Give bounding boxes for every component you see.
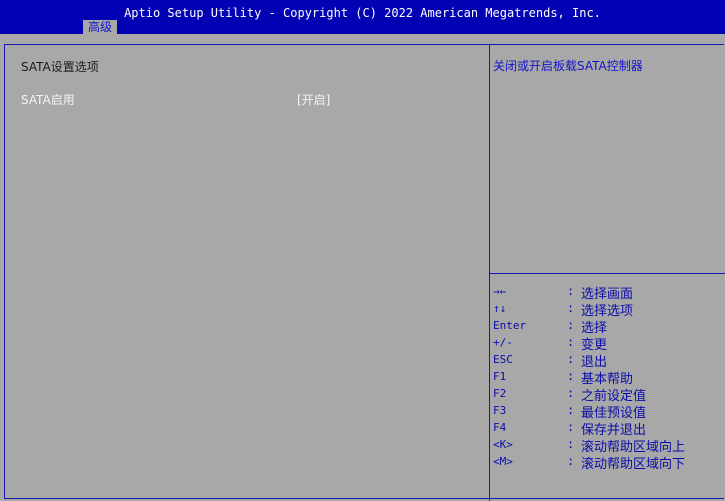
key-f4: F4 bbox=[493, 421, 507, 434]
key-esc: ESC bbox=[493, 353, 513, 366]
sata-enable-value[interactable]: [开启] bbox=[297, 91, 330, 108]
key-help-row: →← : 选择画面 bbox=[493, 284, 723, 302]
sata-enable-option[interactable]: SATA启用 bbox=[21, 91, 75, 108]
key-plus-minus: +/- bbox=[493, 336, 513, 349]
key-m: <M> bbox=[493, 455, 513, 468]
app-title: Aptio Setup Utility - Copyright (C) 2022… bbox=[124, 6, 601, 20]
key-left-right: →← bbox=[493, 285, 507, 298]
key-separator: : bbox=[567, 420, 575, 434]
key-help-row: <M> : 滚动帮助区域向下 bbox=[493, 454, 723, 472]
key-help-row: F1 : 基本帮助 bbox=[493, 369, 723, 387]
key-separator: : bbox=[567, 335, 575, 349]
key-enter: Enter bbox=[493, 319, 527, 332]
key-help-row: +/- : 变更 bbox=[493, 335, 723, 353]
section-title: SATA设置选项 bbox=[21, 60, 99, 74]
key-help-list: →← : 选择画面 ↑↓ : 选择选项 Enter : 选择 +/- : 变更 … bbox=[493, 284, 723, 472]
tab-advanced[interactable]: 高级 bbox=[83, 20, 118, 34]
key-f2: F2 bbox=[493, 387, 507, 400]
key-separator: : bbox=[567, 352, 575, 366]
key-k: <K> bbox=[493, 438, 513, 451]
key-help-row: F3 : 最佳预设值 bbox=[493, 403, 723, 421]
key-help-row: ESC : 退出 bbox=[493, 352, 723, 370]
key-separator: : bbox=[567, 318, 575, 332]
key-help-row: F2 : 之前设定值 bbox=[493, 386, 723, 404]
help-description: 关闭或开启板载SATA控制器 bbox=[493, 59, 643, 73]
key-help-row: F4 : 保存并退出 bbox=[493, 420, 723, 438]
key-help-row: ↑↓ : 选择选项 bbox=[493, 301, 723, 319]
key-separator: : bbox=[567, 403, 575, 417]
help-divider bbox=[490, 273, 725, 274]
key-up-down: ↑↓ bbox=[493, 302, 507, 315]
key-separator: : bbox=[567, 284, 575, 298]
header-bar: Aptio Setup Utility - Copyright (C) 2022… bbox=[0, 0, 725, 34]
key-help-row: <K> : 滚动帮助区域向上 bbox=[493, 437, 723, 455]
key-separator: : bbox=[567, 369, 575, 383]
key-separator: : bbox=[567, 454, 575, 468]
key-desc-scroll-down: 滚动帮助区域向下 bbox=[581, 457, 686, 472]
key-f3: F3 bbox=[493, 404, 507, 417]
key-separator: : bbox=[567, 301, 575, 315]
key-separator: : bbox=[567, 437, 575, 451]
key-f1: F1 bbox=[493, 370, 507, 383]
key-help-row: Enter : 选择 bbox=[493, 318, 723, 336]
key-separator: : bbox=[567, 386, 575, 400]
